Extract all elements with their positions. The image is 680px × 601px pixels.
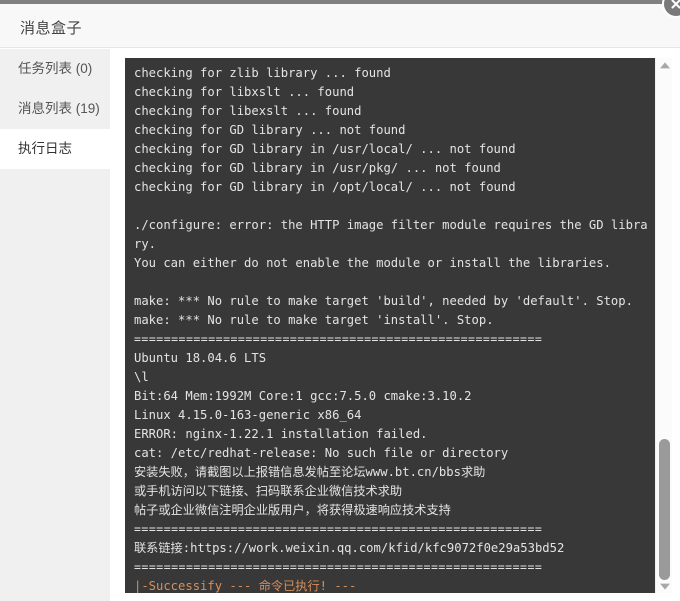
terminal-line: ry. bbox=[134, 237, 157, 251]
terminal-line: ERROR: nginx-1.22.1 installation failed. bbox=[134, 427, 428, 441]
terminal-line: 安装失败，请截图以上报错信息发帖至论坛www.bt.cn/bbs求助 bbox=[134, 465, 486, 479]
scroll-up-button[interactable] bbox=[656, 58, 672, 73]
terminal-line: checking for libexslt ... found bbox=[134, 104, 362, 118]
scrollbar-thumb[interactable] bbox=[659, 439, 670, 580]
content-panel: checking for zlib library ... found check… bbox=[110, 49, 680, 601]
execution-log-panel: checking for zlib library ... found check… bbox=[125, 58, 672, 593]
terminal-line: make: *** No rule to make target 'instal… bbox=[134, 313, 494, 327]
terminal-line: checking for GD library in /usr/pkg/ ...… bbox=[134, 161, 501, 175]
terminal-line: You can either do not enable the module … bbox=[134, 256, 611, 270]
terminal-line: Bit:64 Mem:1992M Core:1 gcc:7.5.0 cmake:… bbox=[134, 389, 472, 403]
terminal-line: 帖子或企业微信注明企业版用户，将获得极速响应技术支持 bbox=[134, 503, 451, 517]
close-icon bbox=[671, 0, 680, 9]
terminal-output[interactable]: checking for zlib library ... found check… bbox=[125, 58, 655, 593]
terminal-line: checking for zlib library ... found bbox=[134, 66, 391, 80]
terminal-line: ========================================… bbox=[134, 522, 543, 536]
sidebar: 任务列表 (0) 消息列表 (19) 执行日志 bbox=[0, 49, 110, 601]
sidebar-item-execution-log[interactable]: 执行日志 bbox=[0, 129, 110, 169]
scroll-down-button[interactable] bbox=[656, 578, 672, 593]
terminal-line: checking for GD library ... not found bbox=[134, 123, 406, 137]
sidebar-item-message-list[interactable]: 消息列表 (19) bbox=[0, 89, 110, 129]
terminal-line: ./configure: error: the HTTP image filte… bbox=[134, 218, 648, 232]
sidebar-item-label: 任务列表 (0) bbox=[18, 61, 93, 76]
terminal-line: |-Successify --- 命令已执行! --- bbox=[134, 579, 357, 593]
terminal-line: ========================================… bbox=[134, 332, 543, 346]
sidebar-item-label: 消息列表 (19) bbox=[18, 101, 100, 116]
terminal-line: checking for GD library in /usr/local/ .… bbox=[134, 142, 516, 156]
terminal-line: 联系链接:https://work.weixin.qq.com/kfid/kfc… bbox=[134, 541, 565, 555]
terminal-line: Ubuntu 18.04.6 LTS bbox=[134, 351, 267, 365]
terminal-line: checking for libxslt ... found bbox=[134, 85, 355, 99]
terminal-line: \l bbox=[134, 370, 149, 384]
terminal-line: Linux 4.15.0-163-generic x86_64 bbox=[134, 408, 362, 422]
sidebar-item-label: 执行日志 bbox=[18, 141, 72, 156]
terminal-line: make: *** No rule to make target 'build'… bbox=[134, 294, 633, 308]
modal-header: 消息盒子 bbox=[0, 4, 680, 48]
terminal-line: 或手机访问以下链接、扫码联系企业微信技术求助 bbox=[134, 484, 403, 498]
sidebar-item-task-list[interactable]: 任务列表 (0) bbox=[0, 49, 110, 89]
chevron-down-icon bbox=[659, 583, 670, 590]
page-title: 消息盒子 bbox=[20, 20, 83, 37]
terminal-scrollbar[interactable] bbox=[655, 58, 672, 593]
terminal-line: checking for GD library in /opt/local/ .… bbox=[134, 180, 516, 194]
terminal-line: ========================================… bbox=[134, 560, 543, 574]
chevron-up-icon bbox=[659, 61, 670, 68]
terminal-line: cat: /etc/redhat-release: No such file o… bbox=[134, 446, 509, 460]
